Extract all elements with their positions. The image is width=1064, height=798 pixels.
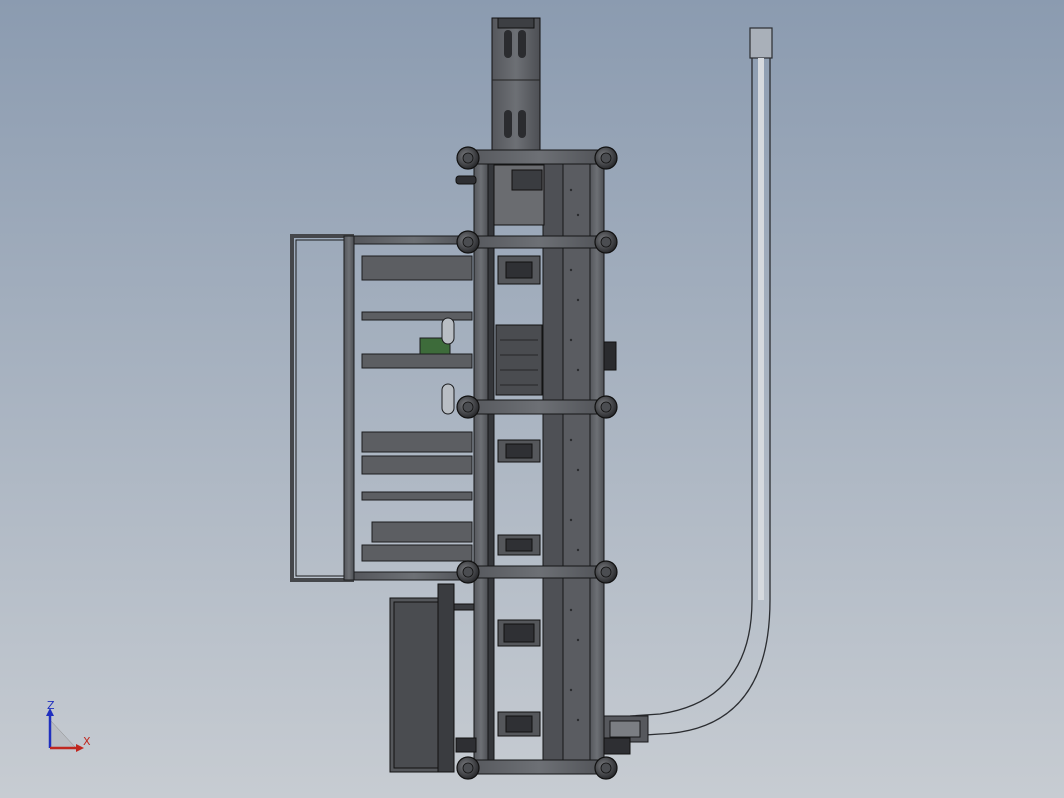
x-axis-label: X (83, 735, 91, 748)
z-axis-label: Z (47, 699, 55, 712)
axis-triad (46, 708, 84, 752)
assembly-model[interactable] (0, 0, 1064, 798)
cable-guide-rail (629, 27, 773, 737)
lift-actuators (493, 164, 545, 737)
top-drive-column (491, 17, 541, 151)
cad-graphics-viewport[interactable]: Z X (0, 0, 1064, 798)
side-connector-box (603, 341, 617, 371)
side-rack (290, 234, 475, 582)
